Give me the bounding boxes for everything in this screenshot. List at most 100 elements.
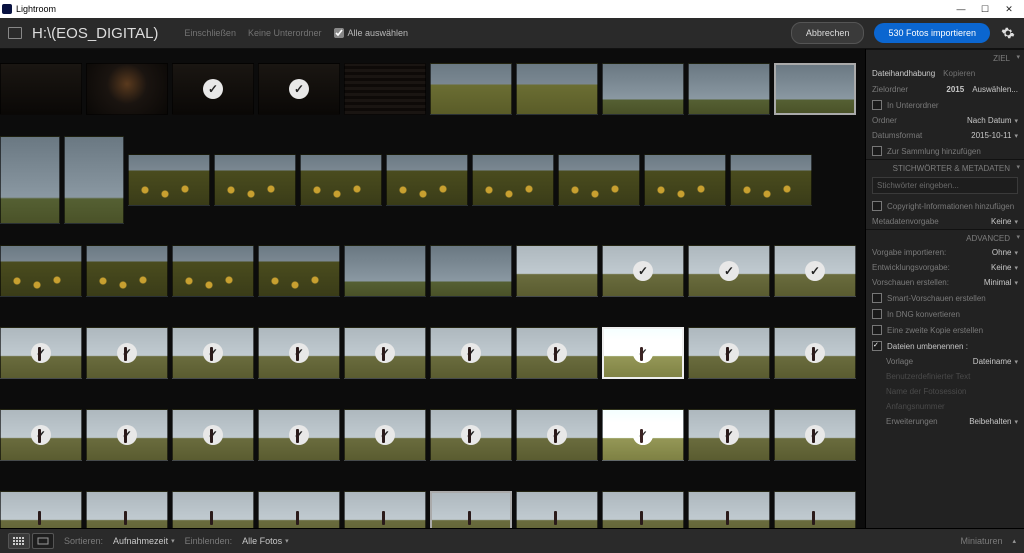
cancel-button[interactable]: Abbrechen — [791, 22, 865, 44]
subfolder-checkbox[interactable]: In Unterordner — [872, 97, 1018, 113]
keywords-input[interactable]: Stichwörter eingeben... — [872, 177, 1018, 194]
thumbnail[interactable] — [300, 154, 382, 206]
thumbnail[interactable]: ✓ — [258, 409, 340, 461]
dng-checkbox[interactable]: In DNG konvertieren — [872, 306, 1018, 322]
dev-preset-dropdown[interactable]: Keine▾ — [991, 263, 1018, 272]
meta-preset-dropdown[interactable]: Keine▾ — [991, 217, 1018, 226]
thumbnail[interactable]: ✓ — [86, 409, 168, 461]
folder-dropdown[interactable]: Nach Datum▾ — [967, 116, 1018, 125]
smart-previews-checkbox[interactable]: Smart-Vorschauen erstellen — [872, 290, 1018, 306]
thumbnail[interactable]: ✓ — [774, 245, 856, 297]
thumbnail[interactable] — [472, 154, 554, 206]
thumbnail[interactable] — [0, 491, 82, 528]
thumbnail[interactable] — [430, 63, 512, 115]
thumbnail[interactable]: ✓ — [602, 327, 684, 379]
thumbnail[interactable]: ✓ — [774, 327, 856, 379]
source-path[interactable]: H:\(EOS_DIGITAL) — [32, 25, 158, 42]
thumbnail[interactable]: ✓ — [430, 409, 512, 461]
thumbnail[interactable] — [258, 245, 340, 297]
import-button[interactable]: 530 Fotos importieren — [874, 23, 990, 43]
template-dropdown[interactable]: Dateiname▾ — [973, 357, 1018, 366]
checkmark-icon: ✓ — [547, 425, 567, 445]
thumbnail[interactable]: ✓ — [516, 327, 598, 379]
thumbnail[interactable] — [86, 63, 168, 115]
thumbnail[interactable] — [774, 63, 856, 115]
thumbnail[interactable]: ✓ — [258, 327, 340, 379]
thumbnail[interactable] — [214, 154, 296, 206]
filter-dropdown[interactable]: Alle Fotos▾ — [242, 536, 289, 546]
thumbnail[interactable]: ✓ — [0, 327, 82, 379]
thumbnail[interactable]: ✓ — [430, 327, 512, 379]
thumbnail[interactable] — [774, 491, 856, 528]
thumbnail[interactable] — [688, 491, 770, 528]
thumbnail[interactable] — [516, 245, 598, 297]
thumbnail[interactable]: ✓ — [688, 409, 770, 461]
previews-dropdown[interactable]: Minimal▾ — [984, 278, 1018, 287]
window-close-button[interactable]: ✕ — [1004, 4, 1014, 14]
thumbnail[interactable] — [344, 491, 426, 528]
settings-gear-icon[interactable] — [1000, 25, 1016, 41]
thumbnail[interactable] — [730, 154, 812, 206]
thumbnail[interactable] — [172, 245, 254, 297]
thumbnail[interactable] — [602, 491, 684, 528]
extensions-dropdown[interactable]: Beibehalten▾ — [969, 417, 1018, 426]
window-maximize-button[interactable]: ☐ — [980, 4, 990, 14]
thumbnail[interactable] — [128, 154, 210, 206]
grid-view-button[interactable] — [8, 533, 30, 549]
import-preset-dropdown[interactable]: Ohne▾ — [992, 248, 1018, 257]
select-all-checkbox[interactable]: Alle auswählen — [334, 28, 409, 38]
thumbnail[interactable] — [644, 154, 726, 206]
thumbnail[interactable] — [86, 245, 168, 297]
thumbnail[interactable] — [64, 136, 124, 224]
thumbnail[interactable]: ✓ — [172, 63, 254, 115]
thumbnail[interactable] — [558, 154, 640, 206]
thumbnail[interactable]: ✓ — [172, 327, 254, 379]
thumbnail[interactable] — [344, 245, 426, 297]
thumbnail[interactable] — [430, 491, 512, 528]
thumbnail[interactable] — [172, 491, 254, 528]
thumbnail[interactable] — [0, 136, 60, 224]
thumbnail[interactable] — [516, 491, 598, 528]
thumbnail[interactable] — [0, 245, 82, 297]
no-subfolders-label[interactable]: Keine Unterordner — [248, 28, 322, 38]
add-collection-checkbox[interactable]: Zur Sammlung hinzufügen — [872, 143, 1018, 159]
thumbnail[interactable] — [86, 491, 168, 528]
thumbnail[interactable]: ✓ — [172, 409, 254, 461]
thumbnails-size-control[interactable]: ▴ — [1012, 537, 1016, 545]
section-ziel[interactable]: ZIEL — [866, 49, 1024, 65]
include-label[interactable]: Einschließen — [184, 28, 236, 38]
thumbnail[interactable] — [344, 63, 426, 115]
copyright-checkbox[interactable]: Copyright-Informationen hinzufügen — [872, 198, 1018, 214]
thumbnail[interactable] — [688, 63, 770, 115]
thumbnail[interactable] — [430, 245, 512, 297]
thumbnail[interactable]: ✓ — [344, 409, 426, 461]
thumbnail[interactable] — [516, 63, 598, 115]
select-all-input[interactable] — [334, 28, 344, 38]
section-keywords[interactable]: STICHWÖRTER & METADATEN — [866, 159, 1024, 175]
rename-checkbox[interactable]: Dateien umbenennen : — [872, 338, 1018, 354]
thumbnail[interactable]: ✓ — [344, 327, 426, 379]
thumbnail-grid[interactable]: ✓✓✓✓✓✓✓✓✓✓✓✓✓✓✓✓✓✓✓✓✓✓✓✓✓ — [0, 49, 865, 528]
thumbnail[interactable]: ✓ — [688, 245, 770, 297]
thumbnail[interactable]: ✓ — [602, 245, 684, 297]
thumbnail[interactable]: ✓ — [516, 409, 598, 461]
second-copy-checkbox[interactable]: Eine zweite Kopie erstellen — [872, 322, 1018, 338]
thumbnail[interactable] — [258, 491, 340, 528]
date-format-dropdown[interactable]: 2015-10-11▾ — [971, 131, 1018, 140]
window-minimize-button[interactable]: — — [956, 4, 966, 14]
thumbnail[interactable] — [0, 63, 82, 115]
loupe-view-button[interactable] — [32, 533, 54, 549]
choose-folder-link[interactable]: Auswählen... — [972, 85, 1018, 94]
thumbnail[interactable]: ✓ — [86, 327, 168, 379]
section-advanced[interactable]: ADVANCED — [866, 229, 1024, 245]
thumbnail[interactable]: ✓ — [774, 409, 856, 461]
thumbnail[interactable]: ✓ — [258, 63, 340, 115]
thumbnail[interactable] — [386, 154, 468, 206]
thumbnail[interactable] — [602, 63, 684, 115]
thumbnail[interactable]: ✓ — [602, 409, 684, 461]
thumbnail[interactable]: ✓ — [0, 409, 82, 461]
copy-option[interactable]: Kopieren — [943, 69, 975, 78]
file-handling-option[interactable]: Dateihandhabung — [872, 69, 935, 78]
thumbnail[interactable]: ✓ — [688, 327, 770, 379]
sort-dropdown[interactable]: Aufnahmezeit▾ — [113, 536, 175, 546]
